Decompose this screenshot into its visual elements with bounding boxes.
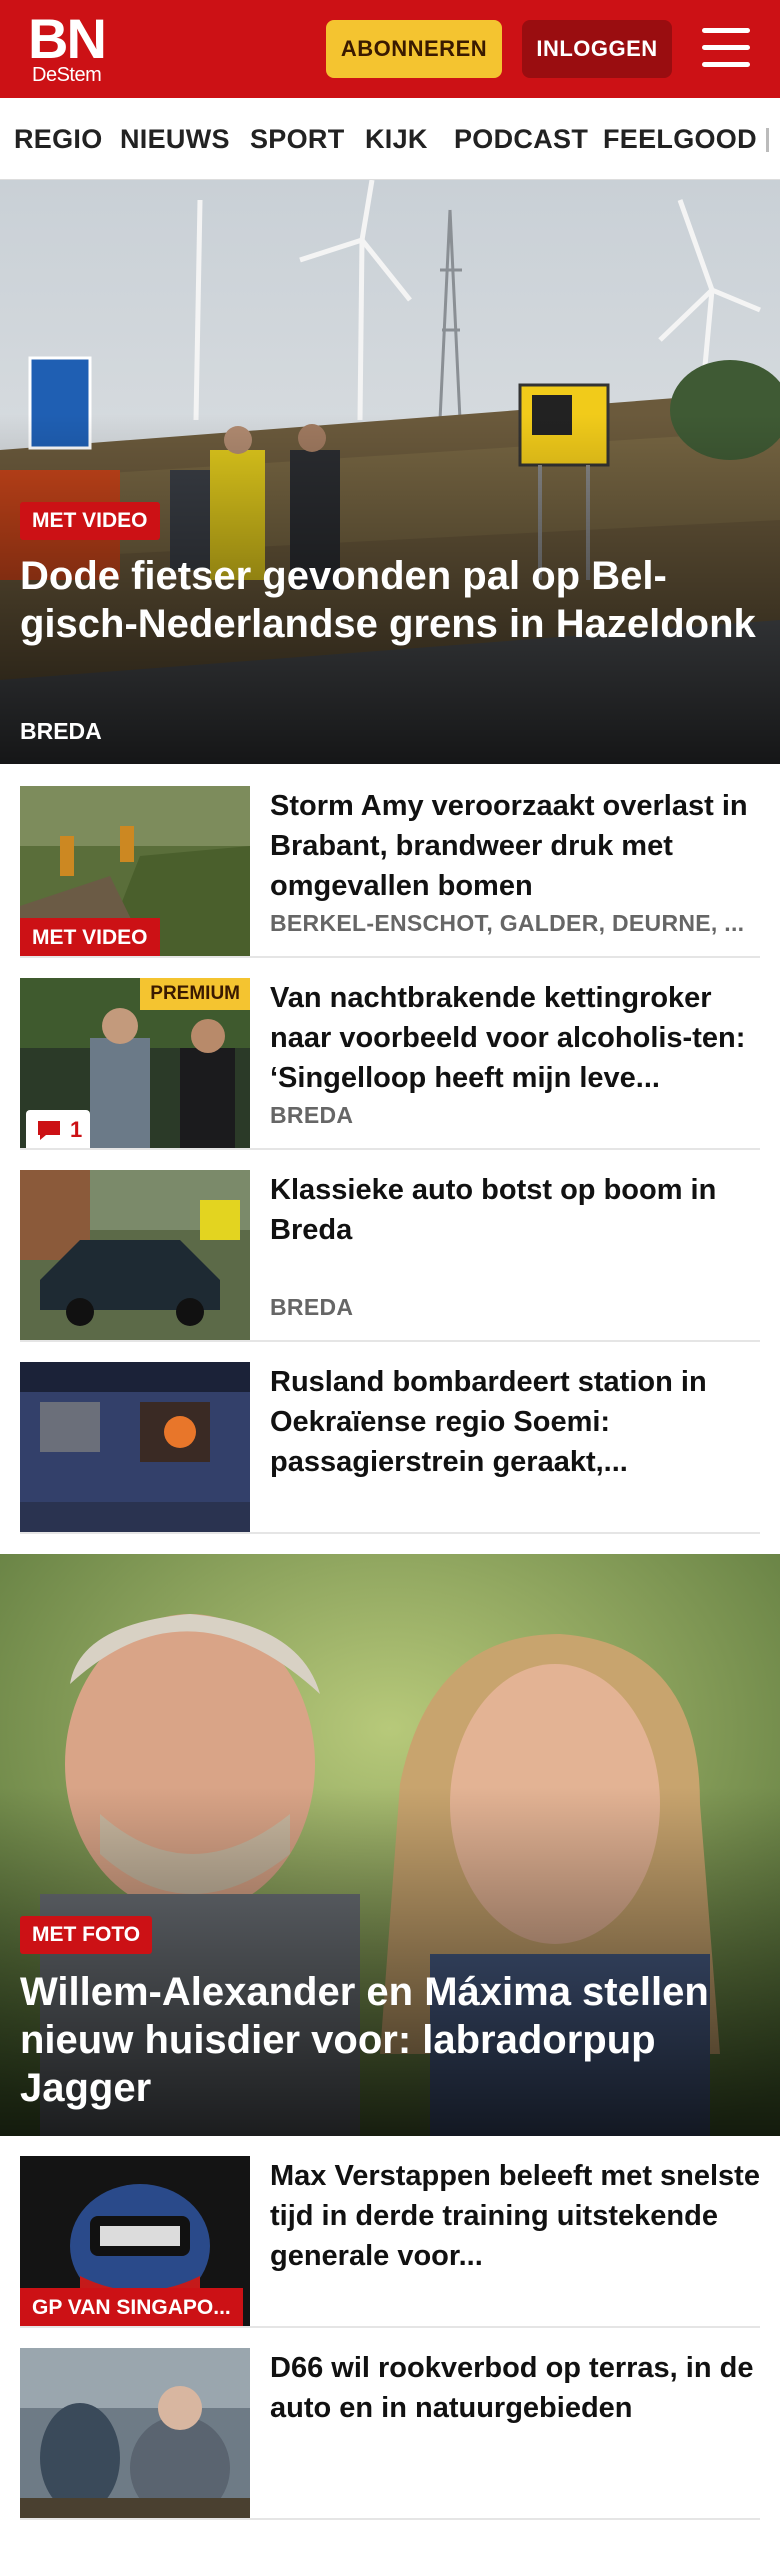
video-badge: MET VIDEO: [20, 918, 160, 958]
subscribe-button[interactable]: ABONNEREN: [326, 20, 502, 78]
list-item[interactable]: Klassieke auto botst op boom in Breda BR…: [20, 1170, 760, 1342]
divider: [20, 1532, 760, 1534]
article-title[interactable]: Klassieke auto botst op boom in Breda: [270, 1170, 760, 1250]
article-location: BREDA: [270, 1294, 354, 1320]
logo-main: BN: [28, 7, 107, 70]
divider: [20, 2518, 760, 2520]
site-logo[interactable]: BN DeStem: [28, 7, 112, 88]
hamburger-menu-icon[interactable]: [700, 26, 752, 70]
hero-location: BREDA: [20, 718, 102, 744]
login-button[interactable]: INLOGGEN: [522, 20, 672, 78]
nav-item-regio[interactable]: REGIO: [14, 124, 103, 155]
hero-headline[interactable]: Dode fietser gevonden pal op Bel-gisch-N…: [20, 552, 760, 648]
thumbnail-runners: PREMIUM 1: [20, 978, 250, 1150]
article-title[interactable]: Rusland bombardeert station in Oekraïens…: [270, 1362, 760, 1482]
nav-item-sport[interactable]: SPORT: [250, 124, 345, 155]
divider: [20, 956, 760, 958]
nav-overflow-hint: [766, 128, 769, 152]
list-item[interactable]: MET VIDEO Storm Amy veroorzaakt overlast…: [20, 786, 760, 958]
article-location: BERKEL-ENSCHOT, GALDER, DEURNE, ...: [270, 910, 745, 936]
hero-headline[interactable]: Willem-Alexander en Máxima stellen nieuw…: [20, 1968, 760, 2112]
article-title[interactable]: Max Verstappen beleeft met snelste tijd …: [270, 2156, 760, 2276]
divider: [20, 1148, 760, 1150]
list-item[interactable]: GP VAN SINGAPO... Max Verstappen beleeft…: [20, 2156, 760, 2328]
section-nav: REGIO NIEUWS SPORT KIJK PODCAST FEELGOOD: [0, 98, 780, 180]
thumbnail-storm: MET VIDEO: [20, 786, 250, 958]
list-item[interactable]: Rusland bombardeert station in Oekraïens…: [20, 1362, 760, 1534]
list-item[interactable]: D66 wil rookverbod op terras, in de auto…: [20, 2348, 760, 2520]
logo-sub: DeStem: [32, 64, 102, 86]
category-badge: GP VAN SINGAPO...: [20, 2288, 243, 2328]
nav-item-nieuws[interactable]: NIEUWS: [120, 124, 230, 155]
divider: [20, 2326, 760, 2328]
video-badge: MET VIDEO: [20, 502, 160, 540]
hero-article-2[interactable]: MET FOTO Willem-Alexander en Máxima stel…: [0, 1554, 780, 2136]
hero-article-1[interactable]: MET VIDEO Dode fietser gevonden pal op B…: [0, 180, 780, 764]
thumbnail-terrace: [20, 2348, 250, 2520]
list-item[interactable]: PREMIUM 1 Van nachtbrakende kettingroker…: [20, 978, 760, 1150]
nav-item-feelgood[interactable]: FEELGOOD: [603, 124, 757, 155]
article-title[interactable]: D66 wil rookverbod op terras, in de auto…: [270, 2348, 760, 2428]
thumbnail-train: [20, 1362, 250, 1534]
thumbnail-car-crash: [20, 1170, 250, 1342]
premium-badge: PREMIUM: [140, 978, 250, 1010]
article-location: BREDA: [270, 1102, 354, 1128]
comment-count[interactable]: 1: [26, 1110, 90, 1150]
photo-badge: MET FOTO: [20, 1916, 153, 1954]
thumbnail-verstappen: GP VAN SINGAPO...: [20, 2156, 250, 2328]
comment-count-value: 1: [70, 1117, 83, 1142]
divider: [20, 1340, 760, 1342]
article-title[interactable]: Storm Amy veroorzaakt overlast in Braban…: [270, 786, 760, 906]
nav-item-podcast[interactable]: PODCAST: [454, 124, 588, 155]
article-title[interactable]: Van nachtbrakende kettingroker naar voor…: [270, 978, 760, 1098]
site-header: BN DeStem ABONNEREN INLOGGEN: [0, 0, 780, 98]
comment-icon: [38, 1121, 60, 1140]
nav-item-kijk[interactable]: KIJK: [365, 124, 428, 155]
